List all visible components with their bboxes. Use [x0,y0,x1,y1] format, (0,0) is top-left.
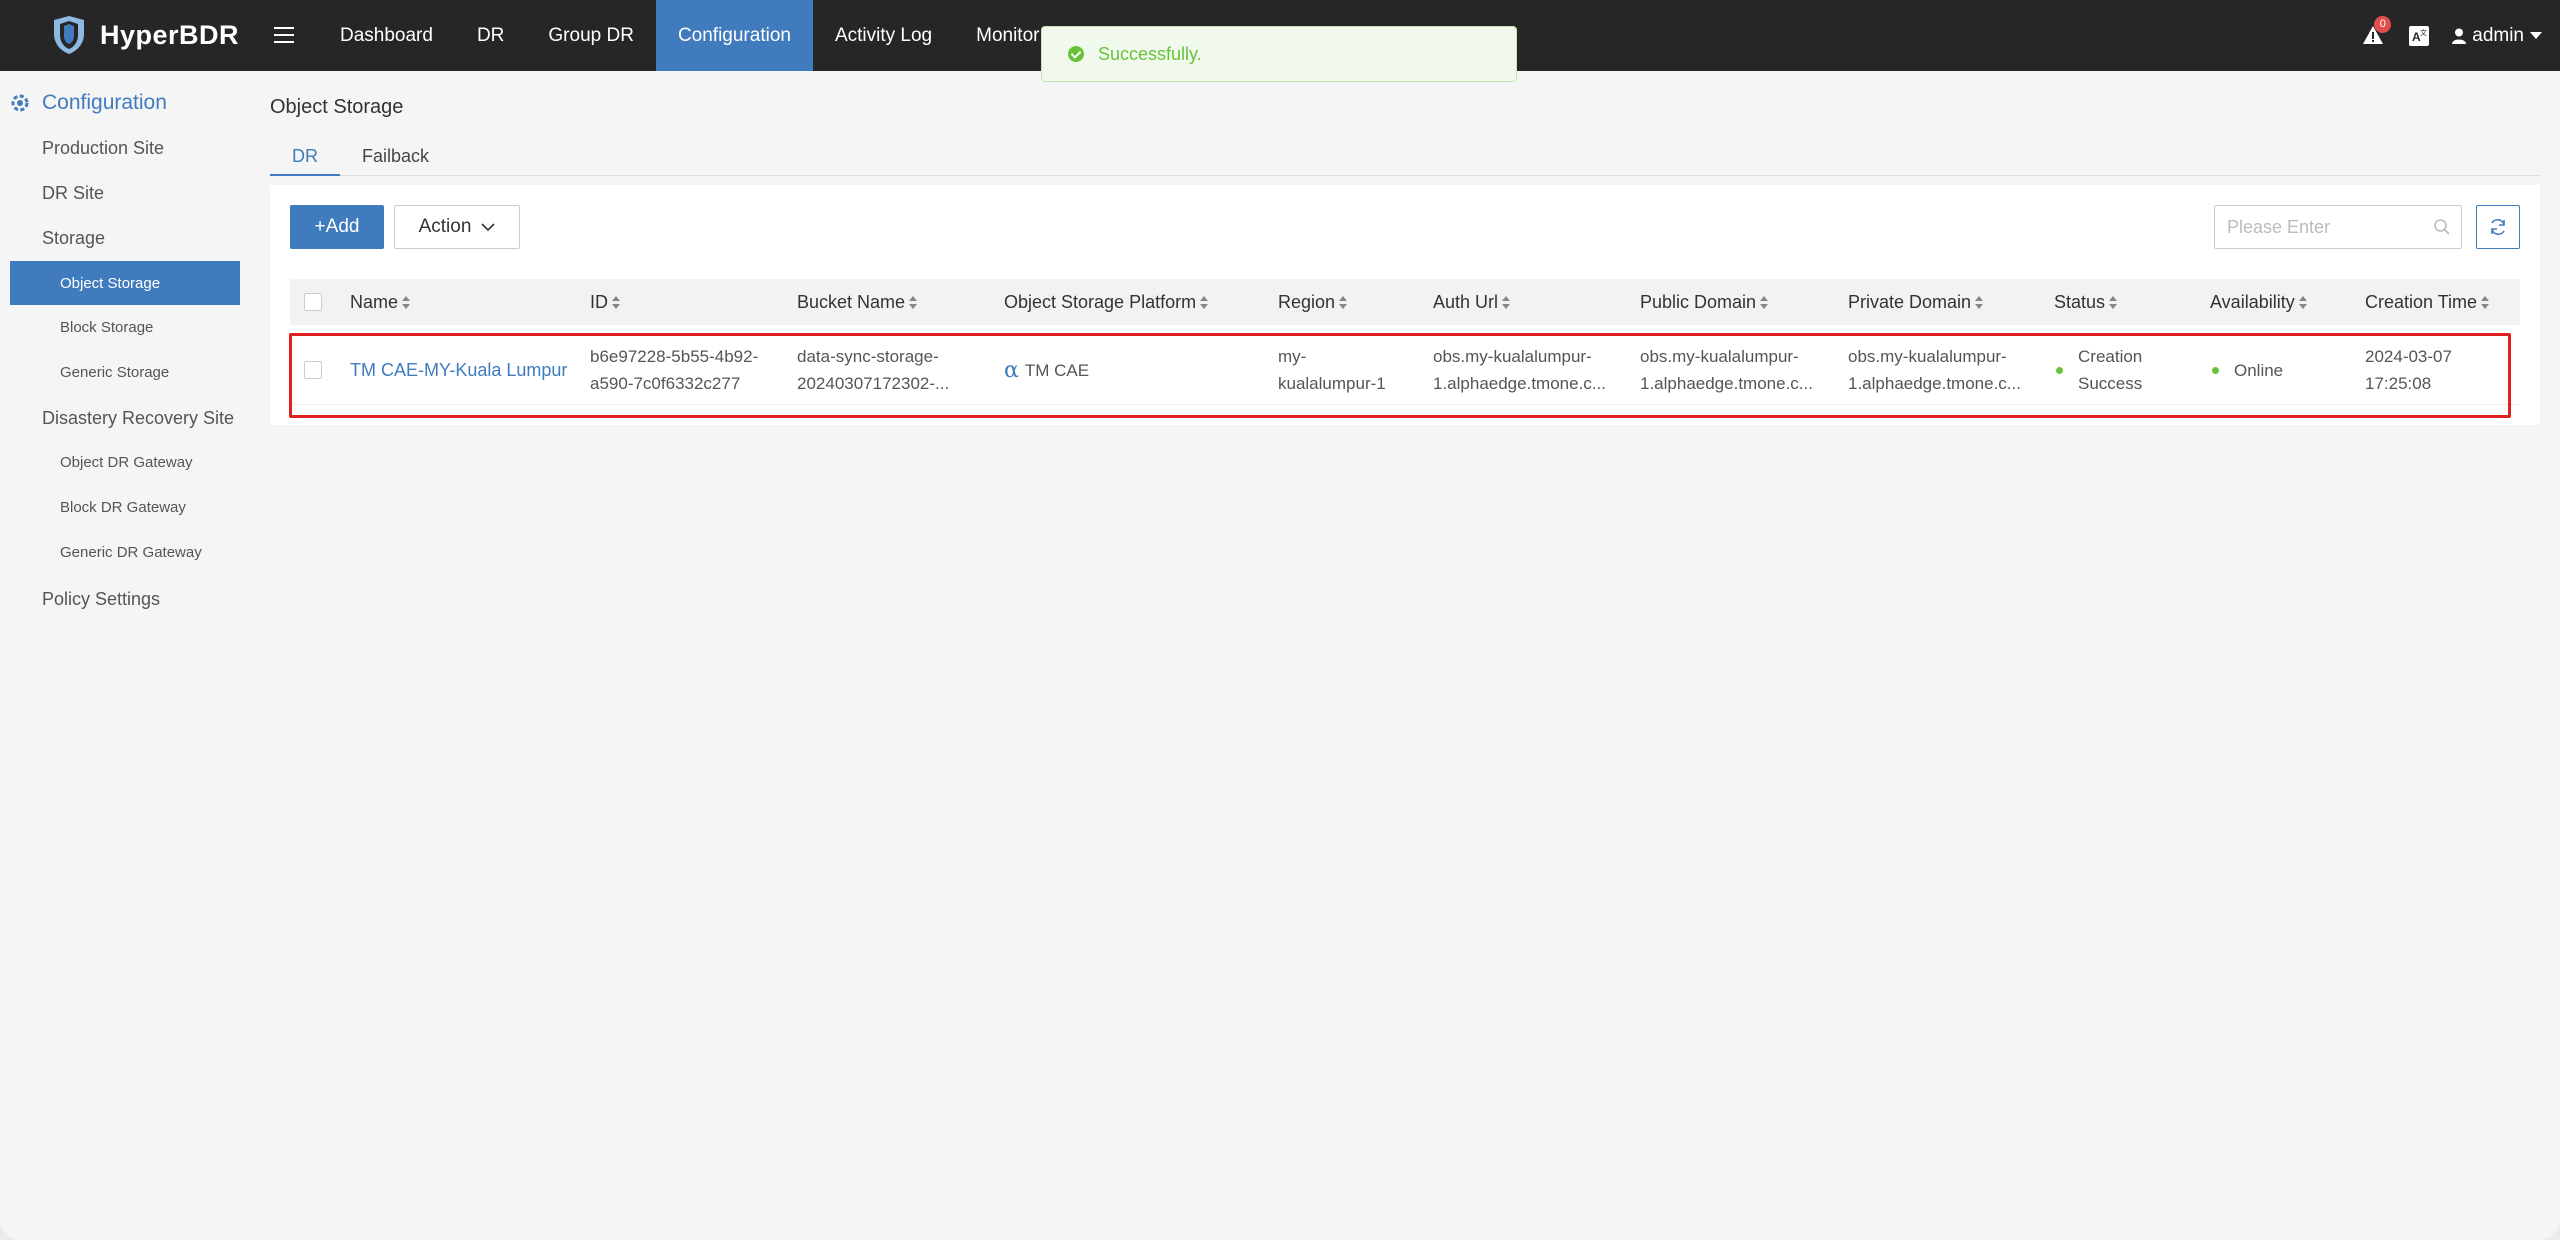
sidebar-item-disaster-recovery-site[interactable]: Disastery Recovery Site [42,408,234,429]
sort-icon [1975,296,1984,310]
sidebar-item-dr-site[interactable]: DR Site [42,183,104,204]
sort-icon [1339,296,1348,310]
search-input[interactable] [2214,205,2462,249]
topbar-actions: 0 A 文 admin [2362,0,2542,71]
column-header-id[interactable]: ID [590,279,620,325]
cell-bucket-name: data-sync-storage- 20240307172302-... [797,347,950,393]
sidebar-item-block-dr-gateway[interactable]: Block DR Gateway [60,499,186,516]
sidebar-item-generic-storage[interactable]: Generic Storage [60,364,169,381]
caret-down-icon [2530,31,2542,39]
check-circle-icon [1068,46,1084,62]
column-header-private-domain[interactable]: Private Domain [1848,279,1984,325]
action-label: Action [418,216,472,237]
chevron-down-icon [481,222,495,231]
sidebar-heading[interactable]: Configuration [8,91,167,115]
nav-dashboard[interactable]: Dashboard [318,0,455,71]
sort-icon [909,296,918,310]
column-header-public-domain[interactable]: Public Domain [1640,279,1769,325]
storage-name-link[interactable]: TM CAE-MY-Kuala Lumpur [350,357,567,384]
column-header-status[interactable]: Status [2054,279,2118,325]
sidebar-item-storage[interactable]: Storage [42,228,105,249]
sort-icon [1760,296,1769,310]
nav-dr[interactable]: DR [455,0,526,71]
column-header-name[interactable]: Name [350,279,411,325]
tab-dr[interactable]: DR [270,140,340,176]
refresh-button[interactable] [2476,205,2520,249]
sort-icon [1502,296,1511,310]
column-header-platform[interactable]: Object Storage Platform [1004,279,1209,325]
cell-public-domain: obs.my-kualalumpur- 1.alphaedge.tmone.c..… [1640,347,1813,393]
availability-dot-icon [2212,366,2219,374]
nav-group-dr[interactable]: Group DR [526,0,656,71]
table-header: Name ID Bucket Name Object Storage Platf… [290,279,2520,325]
sidebar-item-production-site[interactable]: Production Site [42,138,164,159]
cell-private-domain: obs.my-kualalumpur- 1.alphaedge.tmone.c..… [1848,347,2021,393]
cell-availability: Online [2212,335,2283,405]
refresh-icon [2491,219,2505,235]
cell-creation-time: 2024-03-07 17:25:08 [2365,347,2452,393]
cell-id: b6e97228-5b55-4b92- a590-7c0f6332c277 [590,347,759,393]
toast-message: Successfully. [1098,43,1202,64]
sort-icon [2298,296,2307,310]
column-header-region[interactable]: Region [1278,279,1348,325]
sort-icon [612,296,620,310]
sort-icon [2481,296,2490,310]
sort-icon [402,296,411,310]
select-all-checkbox[interactable] [304,293,322,311]
sidebar-item-object-dr-gateway[interactable]: Object DR Gateway [60,454,193,471]
search-icon[interactable] [2433,218,2451,236]
sort-icon [1200,296,1209,310]
app-name: HyperBDR [100,19,240,50]
sort-icon [2109,296,2118,310]
column-header-auth-url[interactable]: Auth Url [1433,279,1511,325]
sidebar-item-object-storage[interactable]: Object Storage [10,261,240,305]
app-frame: HyperBDR Dashboard DR Group DR Configura… [0,0,2560,1240]
success-toast: Successfully. [1041,26,1517,82]
cell-status: Creation Success [2056,335,2142,405]
user-icon [2452,28,2467,44]
user-menu[interactable]: admin [2452,25,2542,47]
menu-toggle-icon[interactable] [274,20,296,50]
alpha-icon: α [1004,357,1019,383]
tab-bar: DR Failback [270,140,2540,176]
app-logo[interactable]: HyperBDR [48,14,239,56]
tab-failback[interactable]: Failback [340,140,451,176]
row-checkbox[interactable] [304,361,322,379]
cell-name[interactable]: TM CAE-MY-Kuala Lumpur [350,335,567,405]
gear-icon [11,94,29,112]
sidebar-item-policy-settings[interactable]: Policy Settings [42,589,160,610]
table-row[interactable]: TM CAE-MY-Kuala Lumpur b6e97228-5b55-4b9… [290,335,2520,405]
sidebar-heading-label: Configuration [42,91,167,114]
add-button[interactable]: +Add [290,205,384,249]
column-header-creation-time[interactable]: Creation Time [2365,279,2490,325]
column-header-availability[interactable]: Availability [2210,279,2307,325]
action-dropdown[interactable]: Action [394,205,520,249]
object-storage-panel: +Add Action Name ID Bucket Name Object S… [270,185,2540,425]
page-title: Object Storage [270,96,404,118]
alert-button[interactable]: 0 [2362,15,2392,48]
sidebar: Configuration Production Site DR Site St… [0,71,250,1240]
nav-activity-log[interactable]: Activity Log [813,0,954,71]
language-icon[interactable]: A 文 [2408,25,2430,47]
sidebar-item-block-storage[interactable]: Block Storage [60,319,153,336]
svg-text:文: 文 [2420,28,2427,37]
cell-auth-url: obs.my-kualalumpur- 1.alphaedge.tmone.c..… [1433,347,1606,393]
alert-count-badge: 0 [2374,15,2392,33]
nav-configuration[interactable]: Configuration [655,0,813,71]
cell-region: my-kualalumpur-1 [1278,347,1386,393]
sidebar-item-generic-dr-gateway[interactable]: Generic DR Gateway [60,544,202,561]
shield-logo-icon [54,16,84,54]
main-nav: Dashboard DR Group DR Configuration Acti… [318,0,1123,71]
column-header-bucket-name[interactable]: Bucket Name [797,279,918,325]
status-dot-icon [2056,366,2063,374]
user-name: admin [2472,24,2524,46]
cell-platform: α TM CAE [1004,357,1090,383]
